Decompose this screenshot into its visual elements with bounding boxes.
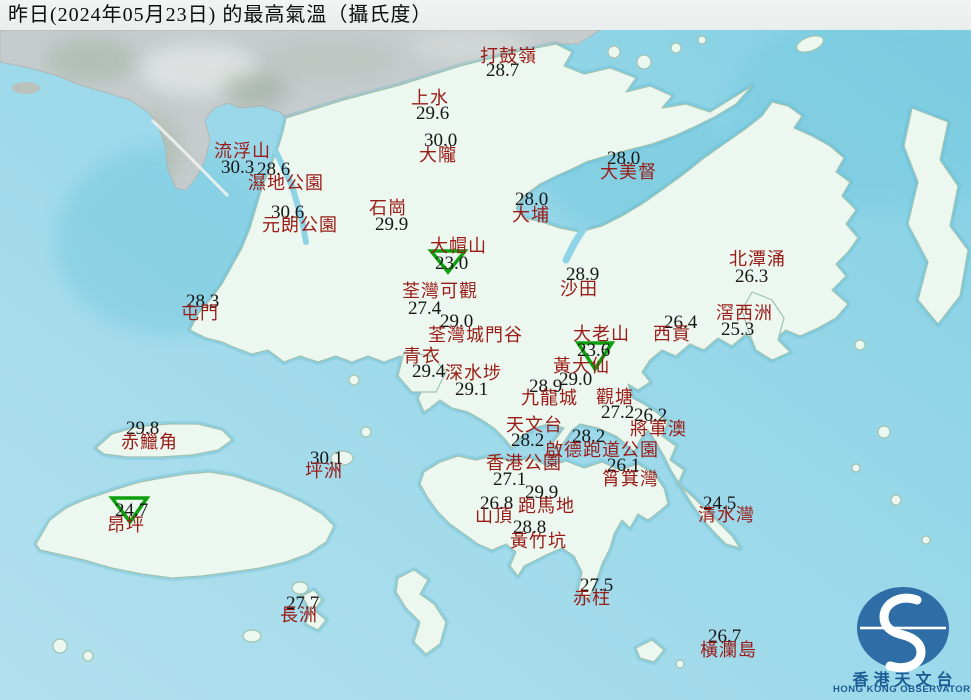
station-label: 九龍城 [521, 388, 578, 408]
station-label: 打鼓嶺 [480, 46, 537, 66]
station-label: 深水埗 [445, 363, 502, 383]
station-label: 黃大仙 [553, 356, 610, 376]
station-label: 大老山 [573, 324, 630, 344]
station-label: 將軍澳 [630, 419, 687, 439]
station-label: 西貢 [653, 324, 691, 344]
station-label: 橫瀾島 [700, 640, 757, 660]
station-label: 濕地公園 [248, 173, 324, 193]
station-label: 屯門 [181, 303, 219, 323]
hko-logo [857, 587, 949, 673]
station-label: 觀塘 [596, 387, 634, 407]
station-label: 赤鱲角 [121, 432, 178, 452]
station-label: 沙田 [560, 279, 598, 299]
station-label: 上水 [411, 88, 449, 108]
station-label: 大隴 [419, 145, 457, 165]
max-temperature-map: 昨日(2024年05月23日) 的最高氣溫（攝氏度） 28.7 打鼓嶺 29.6 上水… [0, 0, 971, 700]
station-label: 黃竹坑 [510, 531, 567, 551]
hko-logo-name-en: HONG KONG OBSERVATORY [832, 684, 971, 695]
station-label: 青衣 [403, 346, 441, 366]
station-label: 坪洲 [305, 461, 343, 481]
station-label: 大埔 [512, 205, 550, 225]
station-value: 26.3 [735, 266, 769, 287]
station-label: 天文台 [506, 415, 563, 435]
station-label: 荃灣城門谷 [428, 325, 523, 345]
hko-logo-equator-line [860, 626, 946, 630]
station-label: 荃灣可觀 [402, 281, 478, 301]
title-bar: 昨日(2024年05月23日) 的最高氣溫（攝氏度） [0, 0, 971, 30]
station-label: 跑馬地 [518, 496, 575, 516]
station-value: 27.4 [408, 298, 442, 319]
station-label: 香港公園 [486, 453, 562, 473]
station-label: 清水灣 [698, 505, 755, 525]
hong-kong-map [0, 0, 971, 700]
station-value: 23.0 [435, 253, 469, 274]
station-label: 北潭涌 [729, 249, 786, 269]
station-label: 筲箕灣 [602, 469, 659, 489]
station-label: 啟德跑道公園 [545, 440, 659, 460]
station-label: 山頂 [475, 506, 513, 526]
station-label: 昂坪 [107, 515, 145, 535]
station-label: 大美督 [600, 162, 657, 182]
station-label: 石崗 [369, 198, 407, 218]
station-label: 滘西洲 [716, 303, 773, 323]
page-title: 昨日(2024年05月23日) 的最高氣溫（攝氏度） [8, 4, 433, 26]
station-label: 長洲 [280, 605, 318, 625]
station-label: 赤柱 [573, 588, 611, 608]
lingding-island [12, 82, 40, 94]
station-label: 大帽山 [430, 236, 487, 256]
station-label: 元朗公園 [262, 215, 338, 235]
